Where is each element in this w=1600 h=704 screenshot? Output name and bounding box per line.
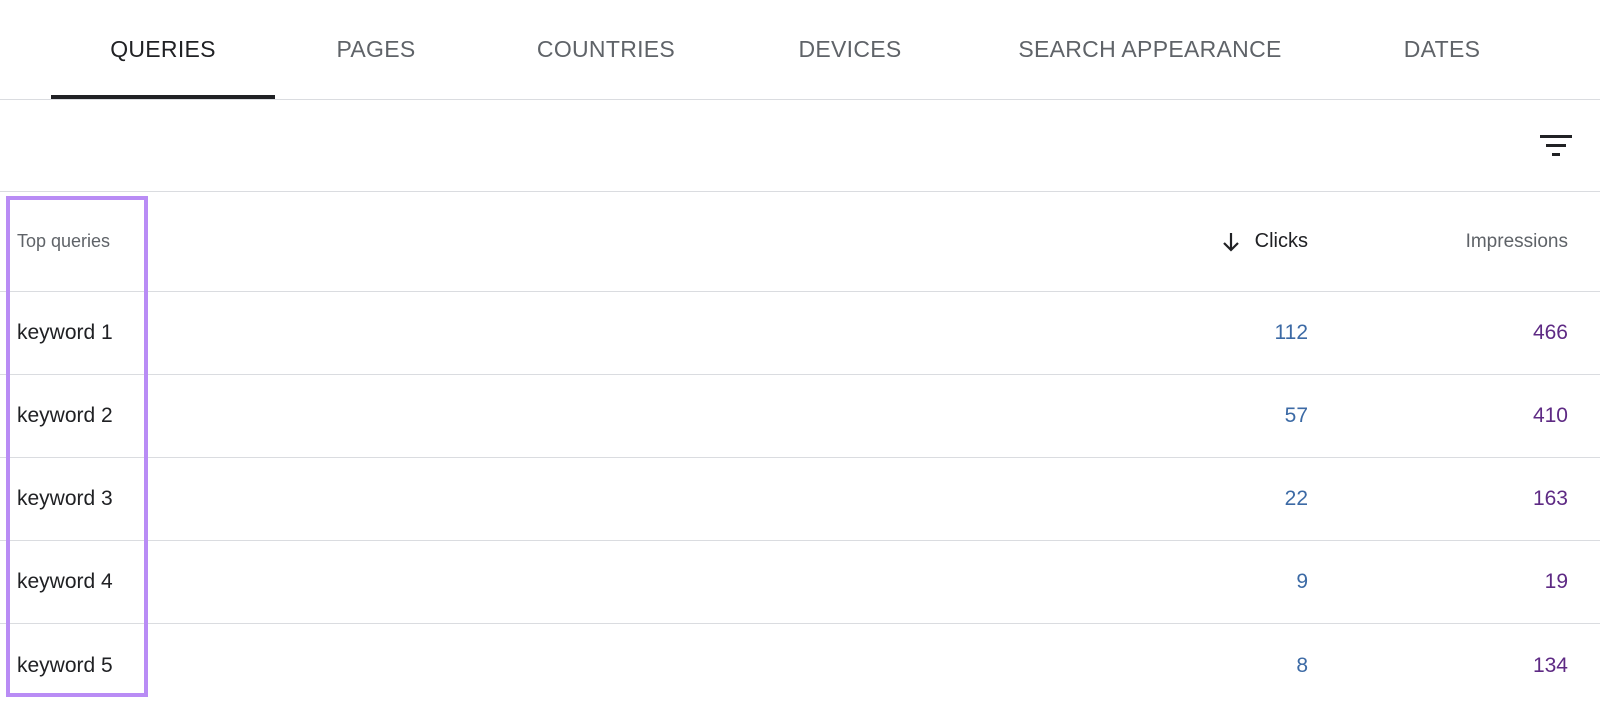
tab-dates[interactable]: DATES: [1360, 0, 1524, 98]
clicks-cell: 112: [1274, 321, 1308, 344]
impressions-cell: 466: [1532, 321, 1568, 344]
queries-table: Top queries Clicks Impressions keyword 1…: [0, 192, 1600, 704]
column-header-top-queries: Top queries: [17, 231, 111, 251]
clicks-cell: 8: [1296, 653, 1308, 677]
arrow-down-icon: [1219, 230, 1243, 254]
impressions-cell: 410: [1532, 404, 1568, 427]
impressions-cell: 134: [1532, 653, 1568, 677]
table-row[interactable]: keyword 5 8 134: [0, 624, 1600, 704]
clicks-cell: 9: [1296, 570, 1308, 593]
tab-queries[interactable]: QUERIES: [51, 0, 275, 98]
query-cell: keyword 5: [17, 653, 113, 677]
tab-search-appearance[interactable]: SEARCH APPEARANCE: [990, 0, 1310, 98]
query-cell: keyword 2: [17, 404, 113, 427]
tab-pages[interactable]: PAGES: [300, 0, 452, 98]
filter-icon: [1540, 135, 1572, 156]
table-row[interactable]: keyword 1 112 466: [0, 292, 1600, 375]
clicks-cell: 57: [1284, 404, 1308, 427]
table-row[interactable]: keyword 4 9 19: [0, 541, 1600, 624]
clicks-header-label: Clicks: [1254, 230, 1308, 252]
clicks-cell: 22: [1284, 487, 1308, 510]
table-toolbar: [0, 100, 1600, 192]
report-tabs: QUERIES PAGES COUNTRIES DEVICES SEARCH A…: [0, 0, 1600, 100]
filter-button[interactable]: [1534, 124, 1578, 168]
table-row[interactable]: keyword 3 22 163: [0, 458, 1600, 541]
active-tab-indicator: [51, 95, 275, 99]
tab-devices[interactable]: DEVICES: [760, 0, 940, 98]
query-cell: keyword 1: [17, 321, 113, 344]
column-header-clicks[interactable]: Clicks: [1219, 192, 1308, 291]
impressions-cell: 19: [1544, 570, 1568, 593]
query-cell: keyword 3: [17, 487, 113, 510]
search-console-performance-panel: QUERIES PAGES COUNTRIES DEVICES SEARCH A…: [0, 0, 1600, 704]
column-header-impressions[interactable]: Impressions: [1466, 192, 1568, 291]
impressions-cell: 163: [1532, 487, 1568, 510]
tab-countries[interactable]: COUNTRIES: [500, 0, 712, 98]
table-row[interactable]: keyword 2 57 410: [0, 375, 1600, 458]
table-header-row: Top queries Clicks Impressions: [0, 192, 1600, 292]
query-cell: keyword 4: [17, 570, 113, 593]
